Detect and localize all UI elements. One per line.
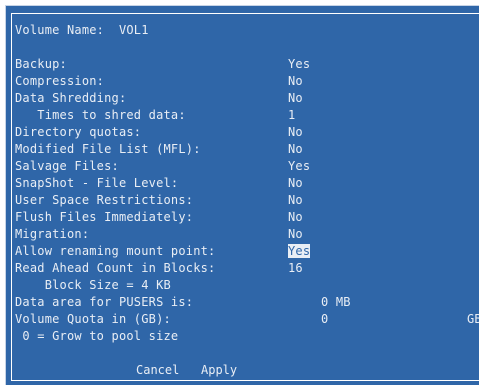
cancel-button[interactable]: Cancel [136,363,179,377]
label-volume-quota: Volume Quota in (GB): [15,312,171,326]
label-migration: Migration: [15,227,90,241]
value-flush-files[interactable]: No [288,210,303,224]
volume-name-title: Volume Name: VOL1 [15,23,149,37]
label-snapshot: SnapShot - File Level: [15,176,179,190]
value-mfl[interactable]: No [288,142,303,156]
value-user-space-restrictions[interactable]: No [288,193,303,207]
label-times-to-shred: Times to shred data: [15,108,186,122]
label-directory-quotas: Directory quotas: [15,125,142,139]
label-mfl: Modified File List (MFL): [15,142,201,156]
value-times-to-shred[interactable]: 1 [288,108,295,122]
label-read-ahead: Read Ahead Count in Blocks: [15,261,216,275]
value-snapshot[interactable]: No [288,176,303,190]
label-backup: Backup: [15,57,67,71]
value-data-shredding[interactable]: No [288,91,303,105]
volume-quota-unit: GB [467,312,479,326]
value-pusers[interactable]: 0 MB [321,295,351,309]
value-compression[interactable]: No [288,74,303,88]
value-allow-renaming-selected[interactable]: Yes [288,244,311,258]
volume-properties-panel: Volume Name: VOL1 Backup: Yes Compressio… [5,5,479,385]
label-data-shredding: Data Shredding: [15,91,127,105]
label-user-space-restrictions: User Space Restrictions: [15,193,194,207]
grow-note: 0 = Grow to pool size [15,329,179,343]
label-salvage-files: Salvage Files: [15,159,119,173]
label-allow-renaming: Allow renaming mount point: [15,244,216,258]
label-flush-files: Flush Files Immediately: [15,210,194,224]
value-backup[interactable]: Yes [288,57,310,71]
value-volume-quota[interactable]: 0 [321,312,328,326]
value-salvage-files[interactable]: Yes [288,159,310,173]
block-size-note: Block Size = 4 KB [15,278,171,292]
label-compression: Compression: [15,74,105,88]
value-directory-quotas[interactable]: No [288,125,303,139]
value-migration[interactable]: No [288,227,303,241]
label-pusers: Data area for PUSERS is: [15,295,194,309]
apply-button[interactable]: Apply [201,363,237,377]
value-read-ahead[interactable]: 16 [288,261,303,275]
